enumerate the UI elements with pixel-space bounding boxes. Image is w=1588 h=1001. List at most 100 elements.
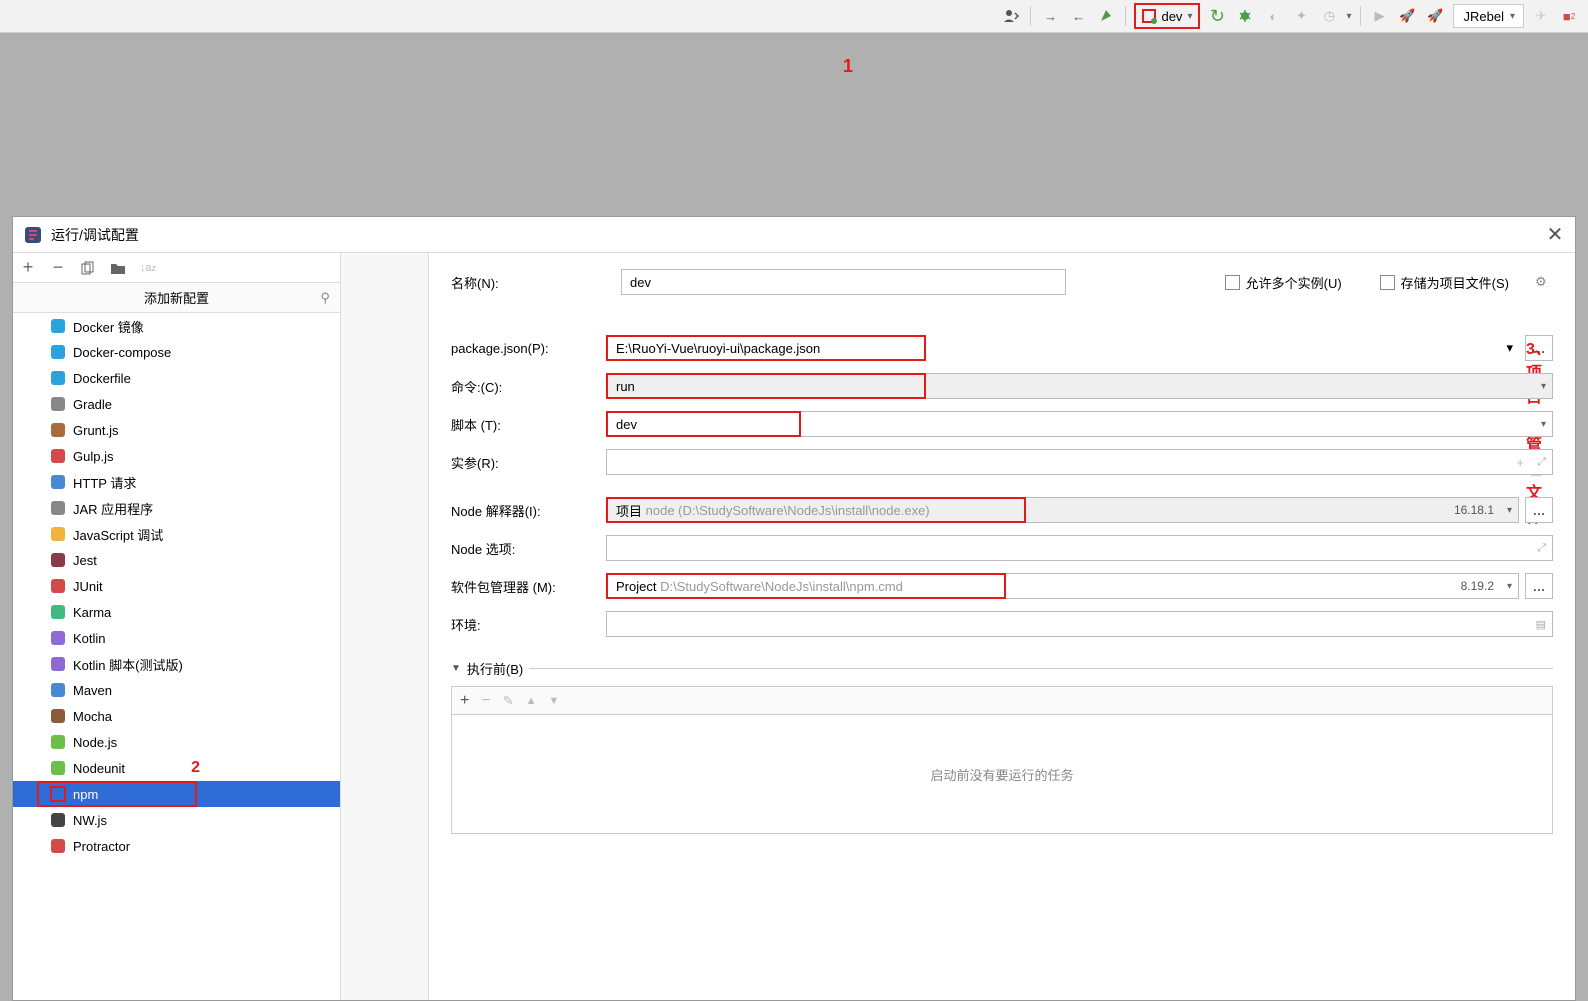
expand-icon[interactable]: ⤢ <box>1537 542 1546 555</box>
stop-icon[interactable]: ■2 <box>1558 5 1580 27</box>
checkbox-icon <box>1380 275 1395 290</box>
config-type-grunt-js[interactable]: Grunt.js <box>13 417 340 443</box>
config-type-junit[interactable]: JUnit <box>13 573 340 599</box>
config-type-kotlin[interactable]: Kotlin <box>13 625 340 651</box>
rocket-debug-icon[interactable]: 🚀 <box>1425 5 1447 27</box>
config-type-javascript-[interactable]: JavaScript 调试 <box>13 521 340 547</box>
move-down-button[interactable]: ▼ <box>548 695 559 707</box>
remove-task-button[interactable]: − <box>481 692 490 710</box>
node-options-input[interactable]: ⤢ <box>606 535 1553 561</box>
back-icon[interactable]: ← <box>1067 5 1089 27</box>
args-label: 实参(R): <box>451 453 606 472</box>
play-icon[interactable]: ▶ <box>1369 5 1391 27</box>
command-select-ext[interactable]: ▾ <box>926 373 1553 399</box>
run-config-selector[interactable]: dev ▾ <box>1134 3 1200 29</box>
folder-button[interactable] <box>109 261 127 275</box>
copy-button[interactable] <box>79 261 97 275</box>
add-task-button[interactable]: + <box>460 692 469 710</box>
config-type-label: Protractor <box>73 839 130 854</box>
jrebel-label: JRebel <box>1464 9 1504 24</box>
config-type-icon <box>49 525 67 543</box>
debug-icon[interactable] <box>1234 5 1256 27</box>
store-project-checkbox[interactable]: 存储为项目文件(S) <box>1380 273 1509 292</box>
config-type-dockerfile[interactable]: Dockerfile <box>13 365 340 391</box>
pkg-manager-ext[interactable]: 8.19.2 ▾ <box>1006 573 1519 599</box>
run-icon[interactable]: ↻ <box>1206 5 1228 27</box>
scripts-select[interactable]: dev <box>606 411 801 437</box>
browse-button[interactable]: … <box>1525 335 1553 361</box>
checkbox-icon <box>1225 275 1240 290</box>
config-type-nw-js[interactable]: NW.js <box>13 807 340 833</box>
allow-multiple-checkbox[interactable]: 允许多个实例(U) <box>1225 273 1342 292</box>
gear-icon[interactable]: ⚙ <box>1535 274 1553 290</box>
add-config-label: 添加新配置 <box>144 288 209 307</box>
list-icon[interactable]: ▤ <box>1536 618 1546 631</box>
config-type-node-js[interactable]: Node.js <box>13 729 340 755</box>
before-launch-header[interactable]: ▼ 执行前(B) <box>451 659 1553 678</box>
command-label: 命令:(C): <box>451 377 606 396</box>
config-type-icon <box>49 395 67 413</box>
config-type-icon <box>49 811 67 829</box>
add-config-header[interactable]: 添加新配置 ⚲ <box>13 283 340 313</box>
config-type-icon <box>49 707 67 725</box>
config-type-karma[interactable]: Karma <box>13 599 340 625</box>
user-icon[interactable] <box>1000 5 1022 27</box>
config-type-mocha[interactable]: Mocha <box>13 703 340 729</box>
package-json-input[interactable]: E:\RuoYi-Vue\ruoyi-ui\package.json <box>606 335 926 361</box>
config-type-jar-[interactable]: JAR 应用程序 <box>13 495 340 521</box>
config-type-npm[interactable]: npm <box>13 781 340 807</box>
pkg-manager-select[interactable]: Project D:\StudySoftware\NodeJs\install\… <box>606 573 1006 599</box>
command-select[interactable]: run <box>606 373 926 399</box>
config-type-label: Jest <box>73 553 97 568</box>
config-type-kotlin-[interactable]: Kotlin 脚本(测试版) <box>13 651 340 677</box>
build-icon[interactable] <box>1095 5 1117 27</box>
edit-task-button[interactable]: ✎ <box>503 693 514 709</box>
config-type-label: JavaScript 调试 <box>73 525 163 544</box>
remove-button[interactable]: − <box>49 257 67 278</box>
env-input[interactable]: ▤ <box>606 611 1553 637</box>
filter-icon[interactable]: ⚲ <box>320 290 330 306</box>
scripts-select-ext[interactable]: ▾ <box>801 411 1553 437</box>
close-button[interactable]: ✕ <box>1545 225 1565 245</box>
jrebel-selector[interactable]: JRebel ▾ <box>1453 4 1525 28</box>
config-type-maven[interactable]: Maven <box>13 677 340 703</box>
dialog-title: 运行/调试配置 <box>51 225 1545 245</box>
config-type-icon <box>49 837 67 855</box>
args-input[interactable]: + ⤢ <box>606 449 1553 475</box>
config-type-icon <box>49 499 67 517</box>
config-type-label: Kotlin 脚本(测试版) <box>73 655 183 674</box>
chevron-down-icon[interactable]: ▾ <box>1506 340 1513 356</box>
tree-toolbar: + − ↓az <box>13 253 340 283</box>
config-type-gradle[interactable]: Gradle <box>13 391 340 417</box>
paper-plane-icon[interactable]: ✈ <box>1530 5 1552 27</box>
config-type-protractor[interactable]: Protractor <box>13 833 340 859</box>
config-type-gulp-js[interactable]: Gulp.js <box>13 443 340 469</box>
add-button[interactable]: + <box>19 257 37 278</box>
expand-icon[interactable]: ⤢ <box>1537 456 1546 469</box>
move-up-button[interactable]: ▲ <box>526 695 537 707</box>
coverage-icon[interactable]: ◐ <box>1262 5 1284 27</box>
plus-icon[interactable]: + <box>1516 455 1524 470</box>
chevron-down-icon: ▾ <box>1507 581 1512 592</box>
config-type-list: Docker 镜像Docker-composeDockerfileGradleG… <box>13 313 340 1000</box>
profile-icon[interactable]: ✦ <box>1290 5 1312 27</box>
config-type-icon <box>49 421 67 439</box>
forward-icon[interactable]: → <box>1039 5 1061 27</box>
config-type-jest[interactable]: Jest <box>13 547 340 573</box>
rocket-icon[interactable]: 🚀 <box>1397 5 1419 27</box>
chevron-down-icon[interactable]: ▾ <box>1346 11 1351 22</box>
before-launch-label: 执行前(B) <box>467 659 523 678</box>
config-type-docker-compose[interactable]: Docker-compose <box>13 339 340 365</box>
name-input[interactable] <box>621 269 1066 295</box>
name-label: 名称(N): <box>451 273 601 292</box>
sort-button[interactable]: ↓az <box>139 262 157 274</box>
config-type-http-[interactable]: HTTP 请求 <box>13 469 340 495</box>
node-interpreter-select[interactable]: 项目 node (D:\StudySoftware\NodeJs\install… <box>606 497 1026 523</box>
clock-icon[interactable]: ◷ <box>1318 5 1340 27</box>
browse-button[interactable]: … <box>1525 497 1553 523</box>
config-type-nodeunit[interactable]: Nodeunit2 <box>13 755 340 781</box>
config-type-docker-[interactable]: Docker 镜像 <box>13 313 340 339</box>
browse-button[interactable]: … <box>1525 573 1553 599</box>
node-interpreter-ext[interactable]: 16.18.1 ▾ <box>1026 497 1519 523</box>
config-type-icon <box>49 629 67 647</box>
